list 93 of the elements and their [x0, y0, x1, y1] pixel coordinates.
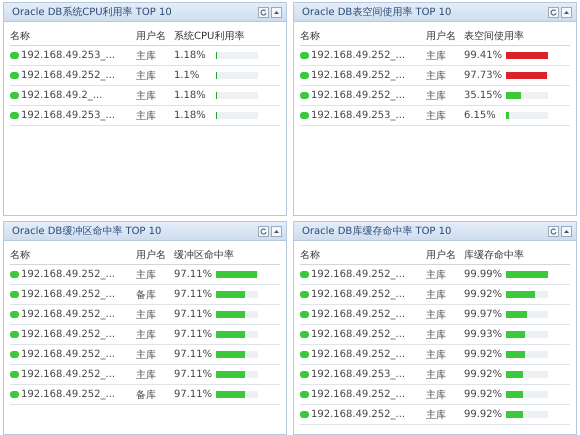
collapse-icon[interactable]: [271, 226, 282, 236]
table-cell-text: 主库: [426, 308, 447, 322]
table-cell-text: 主库: [426, 388, 447, 402]
column-header: 缓冲区命中率: [174, 248, 235, 262]
table-cell-text: 99.41%: [464, 50, 504, 61]
table-cell: 192.168.49.252_...: [311, 409, 406, 420]
table-cell-text: 主库: [426, 288, 447, 302]
refresh-icon[interactable]: [258, 226, 269, 236]
table-cell: 192.168.49.252_...: [21, 70, 116, 81]
table-cell-text: 97.11%: [174, 369, 214, 380]
table-cell: 192.168.49.252_...: [21, 269, 116, 280]
panel-title: Oracle DB表空间使用率 TOP 10: [302, 6, 452, 19]
table-cell-text: 主库: [426, 110, 447, 122]
table-cell-text: 99.92%: [464, 409, 504, 420]
refresh-icon[interactable]: [548, 6, 559, 18]
table-cell-text: 主库: [426, 408, 447, 422]
table-cell-text: 99.99%: [464, 269, 504, 280]
table-cell-text: 99.92%: [464, 369, 504, 380]
table-cell: 192.168.49.252_...: [311, 309, 406, 320]
table-cell-text: 主库: [136, 90, 157, 102]
panel-title: Oracle DB系统CPU利用率 TOP 10: [12, 6, 173, 19]
collapse-icon[interactable]: [561, 226, 572, 236]
table-cell: 192.168.49.252_...: [21, 309, 116, 320]
table-cell-text: 99.92%: [464, 289, 504, 300]
panel-title: Oracle DB库缓存命中率 TOP 10: [302, 224, 452, 238]
column-header: 名称: [10, 248, 31, 262]
table-cell-text: 主库: [136, 110, 157, 122]
table-cell: 192.168.49.252_...: [21, 349, 116, 360]
table-cell: 192.168.49.252_...: [311, 289, 406, 300]
table-cell-text: 备库: [136, 388, 157, 402]
table-cell-text: 主库: [426, 50, 447, 62]
table-cell-text: 99.97%: [464, 309, 504, 320]
table-cell-text: 备库: [136, 288, 157, 302]
table-cell: 192.168.49.253_...: [21, 50, 116, 61]
table-cell-text: 97.11%: [174, 329, 214, 340]
table-cell: 192.168.49.252_...: [21, 329, 116, 340]
table-cell: 192.168.49.252_...: [21, 389, 116, 400]
column-header: 名称: [300, 248, 321, 262]
table-cell-text: 主库: [136, 308, 157, 322]
table-cell-text: 主库: [426, 328, 447, 342]
table-cell-text: 主库: [426, 90, 447, 102]
table-cell: 192.168.49.252_...: [311, 389, 406, 400]
table-cell-text: 99.92%: [464, 389, 504, 400]
table-cell-text: 35.15%: [464, 90, 504, 101]
table-cell-text: 主库: [426, 268, 447, 282]
collapse-icon[interactable]: [561, 6, 572, 18]
table-cell-text: 97.11%: [174, 289, 214, 300]
refresh-icon[interactable]: [548, 226, 559, 236]
refresh-icon[interactable]: [258, 6, 269, 18]
column-header: 名称: [300, 30, 321, 42]
table-cell-text: 99.93%: [464, 329, 504, 340]
table-cell-text: 主库: [136, 268, 157, 282]
column-header: 名称: [10, 30, 31, 42]
table-cell: 192.168.49.2_...: [21, 90, 102, 101]
table-cell: 192.168.49.252_...: [21, 289, 116, 300]
table-cell-text: 主库: [426, 348, 447, 362]
table-cell: 192.168.49.252_...: [311, 70, 406, 81]
table-cell-text: 97.11%: [174, 349, 214, 360]
column-header: 用户名: [136, 248, 167, 262]
column-header: 表空间使用率: [464, 30, 525, 42]
table-cell-text: 97.11%: [174, 269, 214, 280]
column-header: 用户名: [426, 30, 457, 42]
table-cell: 192.168.49.253_...: [311, 369, 406, 380]
table-cell-text: 97.11%: [174, 389, 214, 400]
table-cell: 192.168.49.252_...: [311, 329, 406, 340]
table-cell: 192.168.49.252_...: [311, 269, 406, 280]
table-cell-text: 主库: [136, 50, 157, 62]
column-header: 用户名: [426, 248, 457, 262]
table-cell: 192.168.49.252_...: [311, 90, 406, 101]
collapse-icon[interactable]: [271, 6, 282, 18]
table-cell-text: 1.18%: [174, 110, 207, 121]
table-cell: 192.168.49.252_...: [311, 349, 406, 360]
table-cell-text: 主库: [136, 348, 157, 362]
table-cell-text: 1.18%: [174, 90, 207, 101]
table-cell: 192.168.49.252_...: [311, 50, 406, 61]
table-cell-text: 主库: [136, 368, 157, 382]
table-cell-text: 97.73%: [464, 70, 504, 81]
table-cell-text: 主库: [136, 70, 157, 82]
table-cell-text: 主库: [426, 70, 447, 82]
column-header: 库缓存命中率: [464, 248, 525, 262]
column-header: 用户名: [136, 30, 167, 42]
table-cell: 192.168.49.253_...: [21, 110, 116, 121]
column-header: 系统CPU利用率: [174, 30, 246, 42]
table-cell-text: 97.11%: [174, 309, 214, 320]
table-cell-text: 1.18%: [174, 50, 207, 61]
table-cell: 192.168.49.252_...: [21, 369, 116, 380]
table-cell: 192.168.49.253_...: [311, 110, 406, 121]
table-cell-text: 1.1%: [174, 70, 200, 81]
table-cell-text: 99.92%: [464, 349, 504, 360]
table-cell-text: 主库: [136, 328, 157, 342]
panel-title: Oracle DB缓冲区命中率 TOP 10: [12, 224, 162, 238]
table-cell-text: 主库: [426, 368, 447, 382]
table-cell-text: 6.15%: [464, 110, 497, 121]
